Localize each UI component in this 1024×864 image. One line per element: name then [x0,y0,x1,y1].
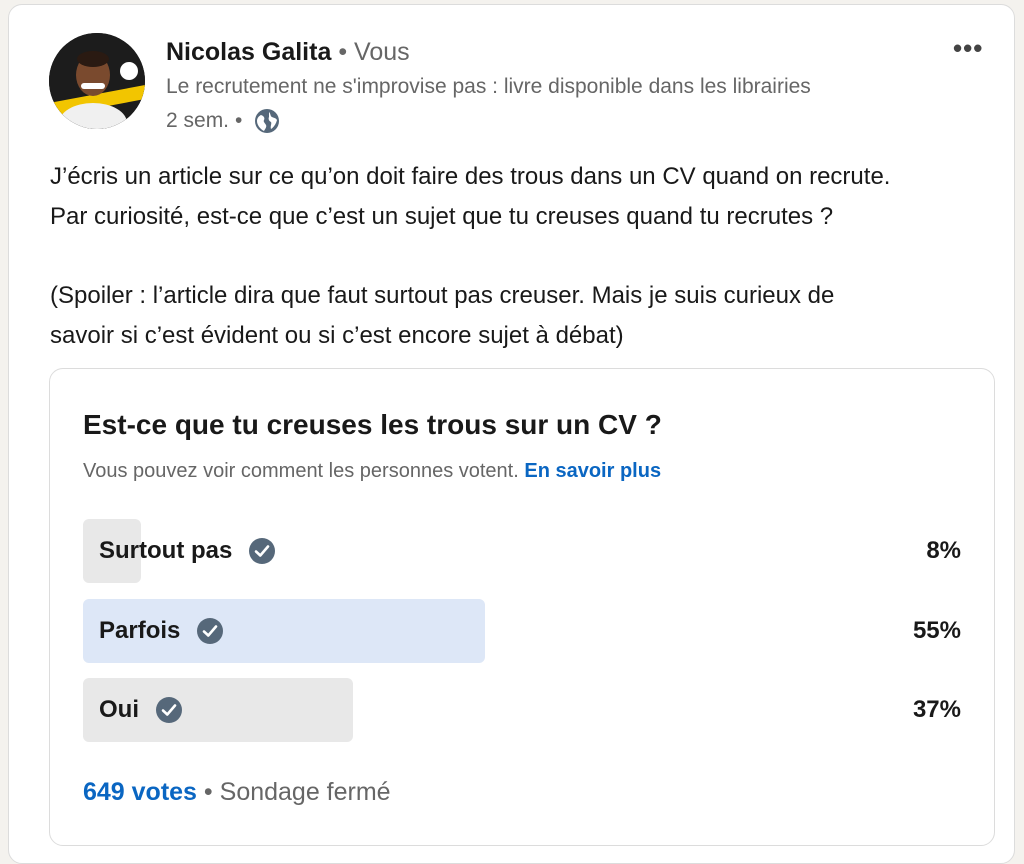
poll-option-oui[interactable]: Oui 37% [83,678,961,742]
post-text-line: Par curiosité, est-ce que c’est un sujet… [50,202,834,230]
poll-info-text: Vous pouvez voir comment les personnes v… [83,460,519,482]
learn-more-link[interactable]: En savoir plus [524,460,661,482]
post-time[interactable]: 2 sem. [166,109,229,133]
time-separator: • [235,109,243,132]
post-body: J’écris un article sur ce qu’on doit fai… [50,157,1000,356]
poll-option-text: Surtout pas [99,537,233,564]
poll-option-label: Parfois [99,599,224,663]
poll-option-percent: 8% [926,537,961,564]
post-text-line: (Spoiler : l’article dira que faut surto… [50,282,835,310]
votes-count-link[interactable]: 649 votes [83,778,197,806]
post-meta: 2 sem. • [166,107,280,135]
footer-separator: • [203,778,213,806]
author-name-text[interactable]: Nicolas Galita [166,38,331,66]
poll-option-text: Oui [99,696,139,723]
author-relation: Vous [354,38,410,66]
name-separator: • [338,38,348,66]
poll-info: Vous pouvez voir comment les personnes v… [83,460,661,483]
poll-question: Est-ce que tu creuses les trous sur un C… [83,409,662,440]
poll-option-parfois[interactable]: Parfois 55% [83,599,961,663]
check-circle-icon [197,618,224,644]
poll-footer: 649 votes • Sondage fermé [83,778,391,807]
post-card: Nicolas Galita • Vous Le recrutement ne … [8,4,1015,864]
post-text-line: savoir si c’est évident ou si c’est enco… [50,322,624,350]
globe-icon [255,109,280,133]
post-text-line: J’écris un article sur ce qu’on doit fai… [50,163,891,190]
poll-option-label: Oui [99,678,183,742]
avatar-photo-icon [49,33,145,129]
author-avatar[interactable] [49,33,145,129]
poll-option-percent: 37% [912,696,961,723]
poll-option-surtout-pas[interactable]: Surtout pas 8% [83,519,961,583]
check-circle-icon [156,697,182,723]
check-circle-icon [249,538,276,564]
poll-option-text: Parfois [99,617,181,644]
author-name[interactable]: Nicolas Galita • Vous [166,38,410,67]
more-options-button[interactable]: ••• [953,33,983,64]
poll: Est-ce que tu creuses les trous sur un C… [49,368,995,846]
poll-option-label: Surtout pas [99,519,276,583]
author-headline: Le recrutement ne s'improvise pas : livr… [166,75,811,98]
poll-option-percent: 55% [912,617,961,644]
poll-status: Sondage fermé [219,778,391,806]
